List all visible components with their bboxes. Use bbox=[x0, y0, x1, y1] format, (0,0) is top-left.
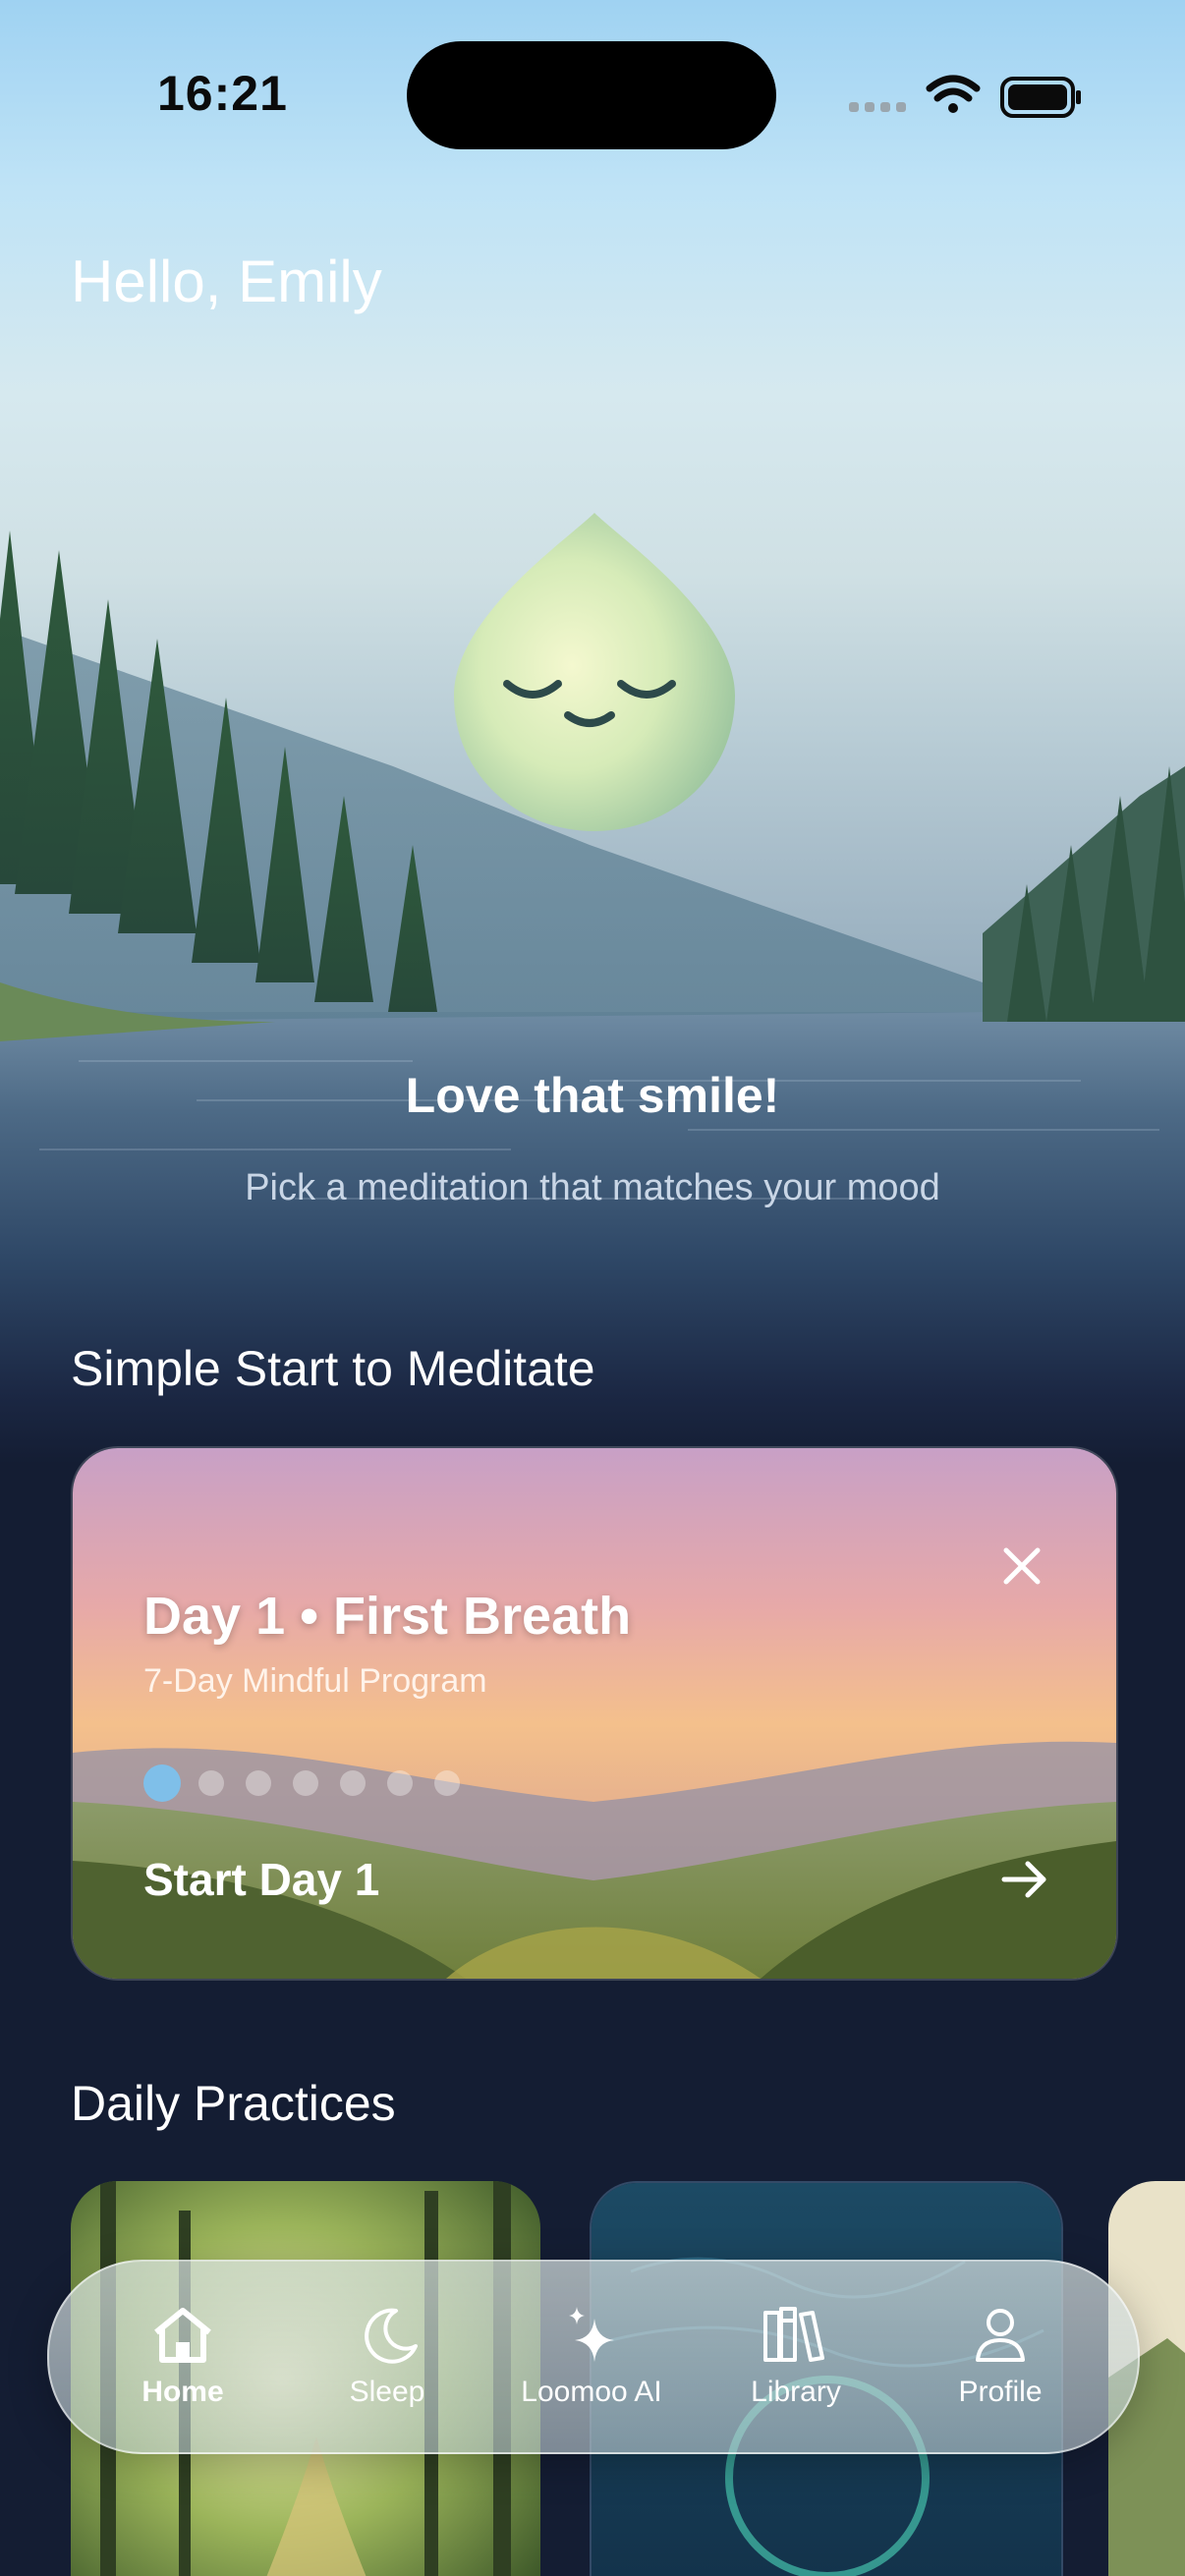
home-icon bbox=[154, 2308, 211, 2363]
progress-dot bbox=[340, 1770, 366, 1796]
tab-home[interactable]: Home bbox=[85, 2305, 281, 2423]
wifi-icon bbox=[926, 75, 981, 113]
tab-library[interactable]: Library bbox=[698, 2305, 894, 2423]
section-title-daily-practices: Daily Practices bbox=[71, 2076, 396, 2131]
section-title-simple-start: Simple Start to Meditate bbox=[71, 1341, 595, 1396]
progress-dot bbox=[246, 1770, 271, 1796]
status-icons bbox=[849, 75, 1081, 118]
program-card-subtitle: 7-Day Mindful Program bbox=[143, 1662, 487, 1700]
status-time: 16:21 bbox=[157, 66, 288, 121]
mascot-icon bbox=[454, 513, 735, 831]
tab-sleep-label: Sleep bbox=[349, 2376, 425, 2408]
progress-dot-active bbox=[143, 1764, 181, 1802]
progress-dot bbox=[293, 1770, 318, 1796]
signal-icon bbox=[849, 102, 906, 112]
dynamic-island bbox=[407, 41, 776, 149]
program-card[interactable]: Day 1 • First Breath 7-Day Mindful Progr… bbox=[71, 1446, 1118, 1981]
moon-icon bbox=[365, 2308, 418, 2364]
battery-icon bbox=[1000, 77, 1081, 118]
progress-dot bbox=[434, 1770, 460, 1796]
program-card-title: Day 1 • First Breath bbox=[143, 1587, 632, 1646]
tab-loomoo-ai[interactable]: Loomoo AI bbox=[493, 2305, 690, 2423]
books-icon bbox=[763, 2307, 824, 2362]
start-day-button[interactable]: Start Day 1 bbox=[143, 1853, 379, 1906]
tab-profile[interactable]: Profile bbox=[902, 2305, 1099, 2423]
tab-loomoo-ai-label: Loomoo AI bbox=[521, 2376, 662, 2408]
progress-dot bbox=[198, 1770, 224, 1796]
tab-sleep[interactable]: Sleep bbox=[289, 2305, 485, 2423]
hero-subtitle: Pick a meditation that matches your mood bbox=[245, 1167, 940, 1208]
close-icon[interactable] bbox=[994, 1539, 1049, 1594]
tab-home-label: Home bbox=[141, 2376, 224, 2408]
tab-library-label: Library bbox=[751, 2376, 841, 2408]
sparkles-icon bbox=[569, 2307, 614, 2362]
hero-title: Love that smile! bbox=[405, 1068, 780, 1123]
tab-bar: Home Sleep Loomoo AI Library Profile bbox=[47, 2260, 1140, 2454]
home-screen: 16:21 Hello, Emily Love that smile! Pick… bbox=[0, 0, 1185, 2576]
tab-profile-label: Profile bbox=[958, 2376, 1043, 2408]
person-icon bbox=[976, 2309, 1025, 2362]
arrow-right-icon[interactable] bbox=[994, 1855, 1053, 1904]
progress-dot bbox=[387, 1770, 413, 1796]
greeting: Hello, Emily bbox=[71, 249, 382, 314]
